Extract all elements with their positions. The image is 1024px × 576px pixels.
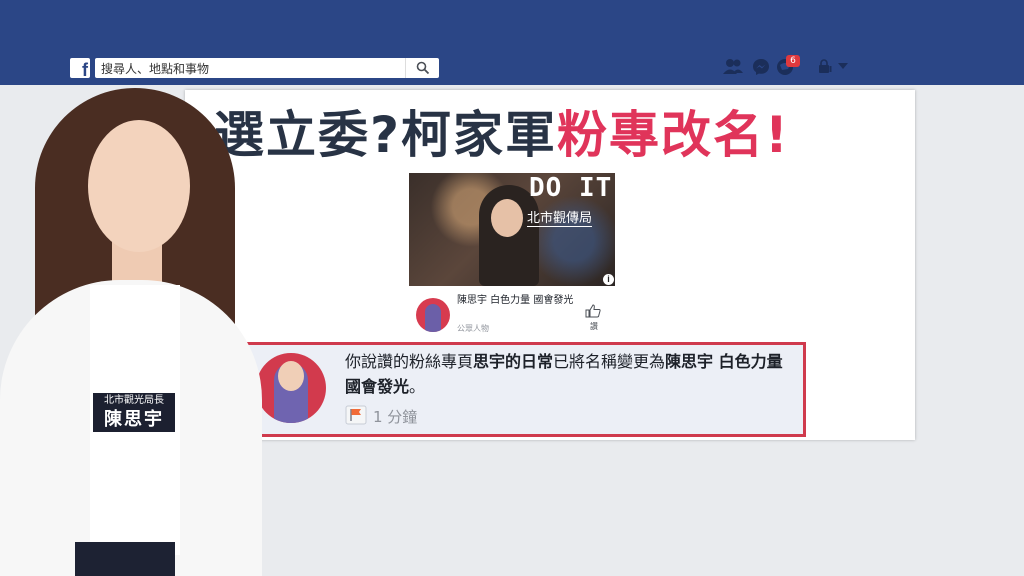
page-category: 公眾人物	[457, 324, 489, 333]
like-button-label[interactable]: 讚	[590, 321, 598, 332]
notification-text-end: 。	[409, 377, 426, 396]
thumbnail-overlay-subtitle: 北市觀傳局	[527, 207, 593, 227]
notification-count-badge[interactable]: 6	[786, 55, 800, 67]
notification-text-part: 已將名稱變更為	[553, 352, 666, 371]
friends-icon[interactable]	[723, 58, 743, 76]
speaker-belt	[75, 542, 175, 576]
search-button[interactable]	[405, 58, 439, 78]
notification-avatar	[256, 353, 326, 423]
page-avatar[interactable]	[416, 298, 450, 332]
facebook-logo-icon[interactable]: f	[70, 58, 90, 78]
messenger-icon[interactable]	[752, 58, 770, 76]
search-input[interactable]: 搜尋人、地點和事物	[95, 58, 439, 78]
headline-accent: 粉專改名!	[557, 106, 790, 164]
headline-prefix: 選立委?柯家軍	[214, 106, 558, 164]
info-icon[interactable]: i	[603, 274, 614, 285]
search-icon	[416, 61, 430, 75]
old-page-name: 思宇的日常	[473, 352, 554, 371]
notification-text-part: 你說讚的粉絲專頁	[345, 352, 474, 371]
lock-icon[interactable]	[817, 58, 833, 74]
speaker-name: 陳思宇	[104, 409, 164, 430]
thumbnail-overlay-title: DO IT	[529, 173, 613, 203]
notification-text: 你說讚的粉絲專頁思宇的日常已將名稱變更為陳思宇 白色力量 國會發光。	[345, 349, 795, 399]
page-flag-icon	[345, 405, 367, 425]
page-name[interactable]: 陳思宇 白色力量 國會發光	[457, 294, 577, 308]
speaker-caption: 北市觀光局長 陳思宇	[93, 393, 175, 432]
caret-down-icon[interactable]	[838, 63, 848, 71]
search-placeholder: 搜尋人、地點和事物	[101, 62, 210, 76]
avatar-head	[278, 361, 304, 391]
like-thumb-icon[interactable]	[585, 304, 601, 318]
video-thumbnail[interactable]: DO IT 北市觀傳局 i	[409, 173, 615, 286]
thumbnail-face	[491, 199, 523, 237]
notification-timestamp: 1 分鐘	[373, 408, 418, 426]
speaker-role: 北市觀光局長	[104, 395, 164, 406]
page-rename-notification[interactable]: 你說讚的粉絲專頁思宇的日常已將名稱變更為陳思宇 白色力量 國會發光。 1 分鐘	[239, 342, 806, 437]
page-title: 選立委?柯家軍粉專改名!	[214, 100, 834, 170]
speaker-face	[88, 120, 190, 252]
speaker-photo	[0, 80, 262, 576]
